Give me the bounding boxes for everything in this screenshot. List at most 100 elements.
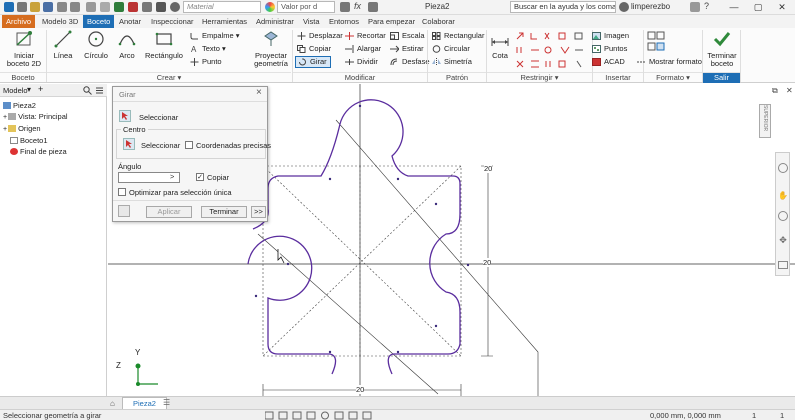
dimension-text-right[interactable]: 20 — [483, 258, 492, 267]
text-button[interactable]: A Texto ▾ — [190, 44, 226, 54]
minimize-button[interactable]: — — [722, 0, 746, 15]
tab-herramientas[interactable]: Herramientas — [198, 15, 251, 28]
help-icon[interactable]: ? — [704, 1, 709, 11]
line-button[interactable]: Línea — [50, 30, 76, 60]
expand-icon[interactable]: + — [3, 126, 7, 133]
viewcube[interactable]: SUPERIOR — [759, 104, 771, 138]
user-icon[interactable] — [619, 2, 629, 12]
trim-button[interactable]: Recortar — [345, 31, 386, 41]
format-toggle-icons[interactable] — [647, 31, 665, 55]
tab-archivo[interactable]: Archivo — [2, 15, 36, 28]
chevron-down-icon[interactable]: ▾ — [27, 85, 31, 94]
tab-para-empezar[interactable]: Para empezar — [364, 15, 419, 28]
browser-tab-model[interactable]: Modelo — [3, 86, 28, 95]
rotate-button[interactable]: Girar — [295, 56, 331, 68]
finish-button[interactable]: Terminar — [201, 206, 247, 218]
select-geometry-button[interactable] — [119, 110, 131, 122]
apply-button[interactable]: Aplicar — [146, 206, 192, 218]
home-tab-icon[interactable]: ⌂ — [110, 399, 120, 408]
view-face-icon[interactable] — [778, 261, 788, 269]
home-icon[interactable] — [86, 2, 96, 12]
move-button[interactable]: Desplazar — [297, 31, 343, 41]
add-browser-button[interactable]: + — [38, 84, 43, 94]
maximize-button[interactable]: ▢ — [746, 0, 770, 15]
steering-wheel-icon[interactable] — [778, 163, 788, 173]
help-search-input[interactable]: Buscar en la ayuda y los comand — [510, 1, 616, 13]
new-file-icon[interactable] — [17, 2, 27, 12]
split-button[interactable]: Dividir — [345, 57, 378, 67]
clear-appearance-icon[interactable] — [340, 2, 350, 12]
cart-icon[interactable] — [690, 2, 700, 12]
fillet-button[interactable]: Empalme ▾ — [190, 31, 240, 41]
material-dropdown[interactable]: Material — [183, 1, 261, 13]
close-button[interactable]: ✕ — [770, 0, 794, 15]
dialog-close-button[interactable]: × — [256, 87, 262, 98]
fx-icon[interactable]: fx — [354, 1, 361, 11]
dimension-text-top[interactable]: 20 — [484, 164, 493, 173]
zoom-icon[interactable] — [778, 211, 788, 221]
arc-button[interactable]: Arco — [114, 30, 140, 60]
construction-diagonals[interactable] — [262, 165, 462, 357]
expand-icon[interactable]: + — [3, 114, 7, 121]
more-options-button[interactable]: >> — [251, 206, 266, 218]
mirror-button[interactable]: Simetría — [432, 57, 472, 67]
angle-arrow-button[interactable]: > — [170, 172, 174, 181]
tab-anotar[interactable]: Anotar — [115, 15, 145, 28]
offset-button[interactable]: Desfase — [390, 57, 430, 67]
tab-modelo-3d[interactable]: Modelo 3D — [38, 15, 82, 28]
tab-menu-icon[interactable]: ☰ — [163, 398, 170, 407]
copy-button[interactable]: Copiar — [297, 44, 331, 54]
orbit-icon[interactable]: ✥ — [778, 235, 788, 245]
redo-icon[interactable] — [70, 2, 80, 12]
appearance-dropdown[interactable]: Valor por d — [277, 1, 335, 13]
diagonal-line[interactable] — [257, 233, 439, 395]
extend-button[interactable]: Alargar — [345, 44, 381, 54]
tab-vista[interactable]: Vista — [299, 15, 324, 28]
close-view-icon[interactable]: ✕ — [786, 86, 793, 95]
tree-item-view[interactable]: + Vista: Principal — [3, 111, 68, 122]
insert-image-button[interactable]: Imagen — [592, 31, 629, 41]
user-name[interactable]: limperezbo — [631, 2, 670, 11]
help-dialog-icon[interactable] — [118, 205, 130, 217]
restore-icon[interactable]: ⧉ — [772, 86, 778, 96]
show-format-button[interactable]: Mostrar formato — [637, 57, 702, 67]
project-geometry-button[interactable]: Proyectar geometría — [250, 30, 292, 68]
copy-checkbox[interactable]: ✓ — [196, 173, 204, 181]
stretch-button[interactable]: Estirar — [390, 44, 424, 54]
tab-boceto[interactable]: Boceto — [83, 15, 115, 28]
scale-button[interactable]: Escala — [390, 31, 425, 41]
dimension-button[interactable]: Cota — [489, 30, 511, 60]
circular-pattern-button[interactable]: Circular — [432, 44, 470, 54]
app-logo-icon[interactable] — [4, 2, 14, 12]
point-button[interactable]: Punto — [190, 57, 222, 67]
save-icon[interactable] — [43, 2, 53, 12]
rectangular-pattern-button[interactable]: Rectangular — [432, 31, 484, 41]
rectangle-button[interactable]: Rectángulo — [142, 30, 186, 60]
select-icon[interactable] — [114, 2, 124, 12]
lock-icon[interactable] — [156, 2, 166, 12]
insert-points-button[interactable]: Puntos — [592, 44, 627, 54]
finish-sketch-button[interactable]: Terminar boceto — [704, 30, 740, 68]
tab-colaborar[interactable]: Colaborar — [418, 15, 459, 28]
start-2d-sketch-button[interactable]: Iniciar boceto 2D — [4, 30, 44, 68]
tab-entornos[interactable]: Entornos — [325, 15, 363, 28]
parameters-icon[interactable] — [142, 2, 152, 12]
tree-item-origin[interactable]: + Origen — [3, 123, 41, 134]
select-center-button[interactable] — [123, 138, 135, 150]
measure-icon[interactable] — [128, 2, 138, 12]
tree-item-end-of-part[interactable]: Final de pieza — [10, 146, 67, 157]
insert-acad-button[interactable]: ACAD — [592, 57, 625, 67]
open-folder-icon[interactable] — [30, 2, 40, 12]
tab-inspeccionar[interactable]: Inspeccionar — [147, 15, 198, 28]
update-icon[interactable] — [100, 2, 110, 12]
optimize-checkbox[interactable] — [118, 188, 126, 196]
menu-icon[interactable] — [95, 86, 104, 95]
undo-icon[interactable] — [57, 2, 67, 12]
dimension-text-bottom[interactable]: 20 — [356, 385, 365, 394]
constraint-icons-grid[interactable] — [515, 31, 591, 71]
tree-item-part[interactable]: Pieza2 — [3, 100, 36, 111]
status-tool-icons[interactable] — [265, 411, 375, 420]
pan-hand-icon[interactable]: ✋ — [778, 191, 788, 201]
circle-button[interactable]: Círculo — [80, 30, 112, 60]
precise-coords-checkbox[interactable] — [185, 141, 193, 149]
